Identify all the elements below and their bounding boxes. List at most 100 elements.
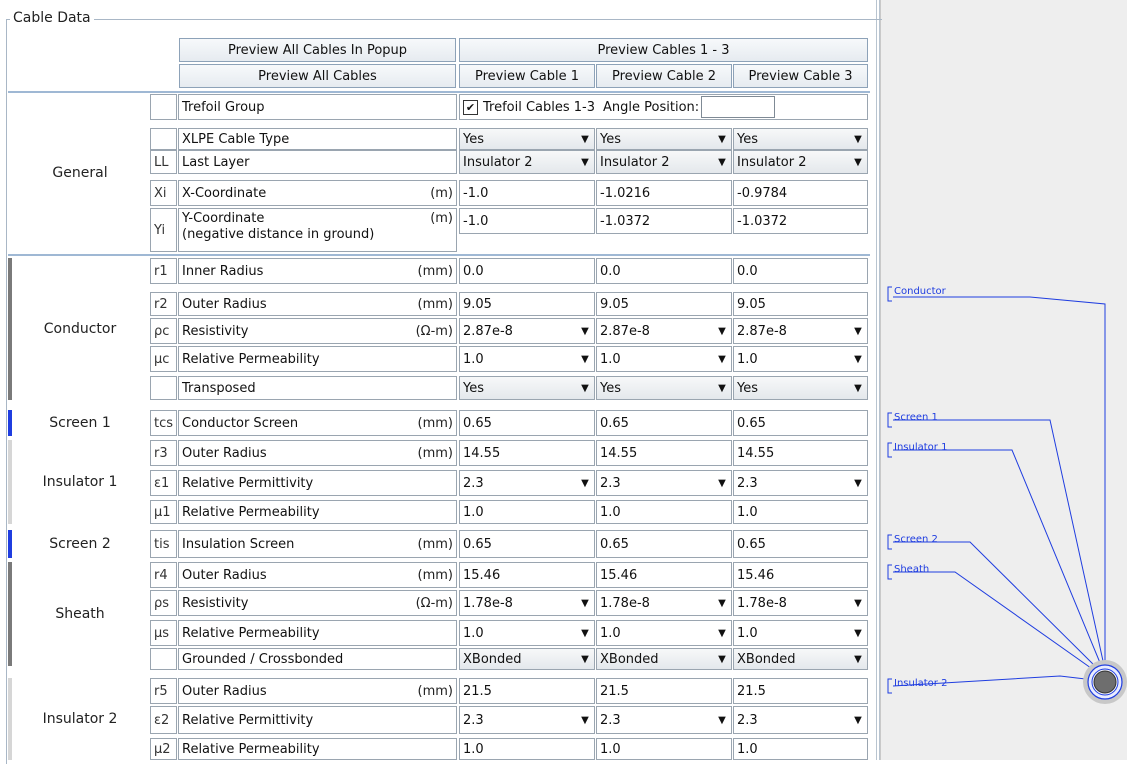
cable-3-mu_c-select[interactable]: 1.0 ▼ — [733, 346, 868, 372]
chevron-down-icon[interactable]: ▼ — [849, 319, 867, 343]
cable-2-rho_c-select[interactable]: 2.87e-8 ▼ — [596, 318, 732, 344]
chevron-down-icon[interactable]: ▼ — [576, 471, 594, 495]
cable-3-r3-input[interactable]: 14.55 — [733, 440, 868, 466]
cable-1-eps2-select[interactable]: 2.3 ▼ — [459, 706, 595, 734]
chevron-down-icon[interactable]: ▼ — [849, 591, 867, 615]
chevron-down-icon[interactable]: ▼ — [713, 591, 731, 615]
cable-1-last_layer-select[interactable]: Insulator 2 ▼ — [459, 150, 595, 174]
cable-1-mu_c-select[interactable]: 1.0 ▼ — [459, 346, 595, 372]
chevron-down-icon[interactable]: ▼ — [849, 383, 867, 394]
trefoil-check-label[interactable]: Trefoil Cables 1-3 — [483, 100, 595, 115]
cable-3-mu2-input[interactable]: 1.0 — [733, 738, 868, 760]
cable-3-transposed-select[interactable]: Yes ▼ — [733, 376, 868, 400]
preview-cable-2-button[interactable]: Preview Cable 2 — [596, 64, 732, 88]
cable-2-r1-input[interactable]: 0.0 — [596, 258, 732, 284]
cable-2-grounded-select[interactable]: XBonded ▼ — [596, 648, 732, 670]
cable-2-mu1-input[interactable]: 1.0 — [596, 500, 732, 524]
preview-cable-1-button[interactable]: Preview Cable 1 — [459, 64, 595, 88]
cable-3-last_layer-select[interactable]: Insulator 2 ▼ — [733, 150, 868, 174]
cable-2-mu_s-select[interactable]: 1.0 ▼ — [596, 620, 732, 646]
cable-3-eps2-select[interactable]: 2.3 ▼ — [733, 706, 868, 734]
chevron-down-icon[interactable]: ▼ — [576, 157, 594, 168]
cable-1-mu_s-select[interactable]: 1.0 ▼ — [459, 620, 595, 646]
chevron-down-icon[interactable]: ▼ — [849, 654, 867, 665]
cable-2-r3-input[interactable]: 14.55 — [596, 440, 732, 466]
cable-1-rho_s-select[interactable]: 1.78e-8 ▼ — [459, 590, 595, 616]
chevron-down-icon[interactable]: ▼ — [849, 471, 867, 495]
cable-1-y_coord-input[interactable]: -1.0 — [459, 208, 595, 234]
cable-3-rho_c-select[interactable]: 2.87e-8 ▼ — [733, 318, 868, 344]
cable-3-mu_s-select[interactable]: 1.0 ▼ — [733, 620, 868, 646]
chevron-down-icon[interactable]: ▼ — [849, 157, 867, 168]
cable-2-transposed-select[interactable]: Yes ▼ — [596, 376, 732, 400]
trefoil-checkbox[interactable]: ✔ — [463, 99, 478, 115]
chevron-down-icon[interactable]: ▼ — [576, 654, 594, 665]
chevron-down-icon[interactable]: ▼ — [713, 707, 731, 733]
cable-1-mu2-input[interactable]: 1.0 — [459, 738, 595, 760]
cable-1-r2-input[interactable]: 9.05 — [459, 292, 595, 316]
cable-3-y_coord-input[interactable]: -1.0372 — [733, 208, 868, 234]
cable-3-r4-input[interactable]: 15.46 — [733, 562, 868, 588]
chevron-down-icon[interactable]: ▼ — [576, 347, 594, 371]
cable-1-tis-input[interactable]: 0.65 — [459, 530, 595, 558]
cable-2-xlpe-select[interactable]: Yes ▼ — [596, 128, 732, 150]
chevron-down-icon[interactable]: ▼ — [576, 383, 594, 394]
cable-1-x_coord-input[interactable]: -1.0 — [459, 180, 595, 206]
cable-2-y_coord-input[interactable]: -1.0372 — [596, 208, 732, 234]
cable-3-r1-input[interactable]: 0.0 — [733, 258, 868, 284]
chevron-down-icon[interactable]: ▼ — [576, 621, 594, 645]
cable-1-r4-input[interactable]: 15.46 — [459, 562, 595, 588]
chevron-down-icon[interactable]: ▼ — [713, 471, 731, 495]
preview-cables-1-3-button[interactable]: Preview Cables 1 - 3 — [459, 38, 868, 62]
chevron-down-icon[interactable]: ▼ — [713, 383, 731, 394]
chevron-down-icon[interactable]: ▼ — [849, 707, 867, 733]
cable-3-tcs-input[interactable]: 0.65 — [733, 410, 868, 436]
cable-3-r2-input[interactable]: 9.05 — [733, 292, 868, 316]
cable-1-r5-input[interactable]: 21.5 — [459, 678, 595, 704]
cable-2-mu2-input[interactable]: 1.0 — [596, 738, 732, 760]
chevron-down-icon[interactable]: ▼ — [713, 347, 731, 371]
cable-2-eps2-select[interactable]: 2.3 ▼ — [596, 706, 732, 734]
cable-2-tcs-input[interactable]: 0.65 — [596, 410, 732, 436]
cable-2-r4-input[interactable]: 15.46 — [596, 562, 732, 588]
chevron-down-icon[interactable]: ▼ — [576, 319, 594, 343]
cable-1-mu1-input[interactable]: 1.0 — [459, 500, 595, 524]
cable-1-grounded-select[interactable]: XBonded ▼ — [459, 648, 595, 670]
chevron-down-icon[interactable]: ▼ — [849, 134, 867, 145]
angle-position-input[interactable] — [701, 96, 776, 118]
chevron-down-icon[interactable]: ▼ — [576, 134, 594, 145]
cable-1-tcs-input[interactable]: 0.65 — [459, 410, 595, 436]
chevron-down-icon[interactable]: ▼ — [849, 347, 867, 371]
cable-1-r1-input[interactable]: 0.0 — [459, 258, 595, 284]
cable-2-mu_c-select[interactable]: 1.0 ▼ — [596, 346, 732, 372]
chevron-down-icon[interactable]: ▼ — [713, 621, 731, 645]
cable-2-x_coord-input[interactable]: -1.0216 — [596, 180, 732, 206]
chevron-down-icon[interactable]: ▼ — [576, 707, 594, 733]
cable-2-r5-input[interactable]: 21.5 — [596, 678, 732, 704]
cable-3-mu1-input[interactable]: 1.0 — [733, 500, 868, 524]
cable-3-x_coord-input[interactable]: -0.9784 — [733, 180, 868, 206]
cable-2-rho_s-select[interactable]: 1.78e-8 ▼ — [596, 590, 732, 616]
chevron-down-icon[interactable]: ▼ — [713, 157, 731, 168]
cable-3-grounded-select[interactable]: XBonded ▼ — [733, 648, 868, 670]
cable-2-r2-input[interactable]: 9.05 — [596, 292, 732, 316]
cable-2-last_layer-select[interactable]: Insulator 2 ▼ — [596, 150, 732, 174]
cable-3-rho_s-select[interactable]: 1.78e-8 ▼ — [733, 590, 868, 616]
cable-1-xlpe-select[interactable]: Yes ▼ — [459, 128, 595, 150]
chevron-down-icon[interactable]: ▼ — [713, 654, 731, 665]
cable-3-tis-input[interactable]: 0.65 — [733, 530, 868, 558]
chevron-down-icon[interactable]: ▼ — [576, 591, 594, 615]
cable-1-eps1-select[interactable]: 2.3 ▼ — [459, 470, 595, 496]
preview-all-popup-button[interactable]: Preview All Cables In Popup — [179, 38, 456, 62]
cable-3-xlpe-select[interactable]: Yes ▼ — [733, 128, 868, 150]
cable-1-rho_c-select[interactable]: 2.87e-8 ▼ — [459, 318, 595, 344]
chevron-down-icon[interactable]: ▼ — [713, 134, 731, 145]
preview-all-cables-button[interactable]: Preview All Cables — [179, 64, 456, 88]
chevron-down-icon[interactable]: ▼ — [849, 621, 867, 645]
cable-2-tis-input[interactable]: 0.65 — [596, 530, 732, 558]
preview-cable-3-button[interactable]: Preview Cable 3 — [733, 64, 868, 88]
cable-1-r3-input[interactable]: 14.55 — [459, 440, 595, 466]
cable-3-eps1-select[interactable]: 2.3 ▼ — [733, 470, 868, 496]
cable-3-r5-input[interactable]: 21.5 — [733, 678, 868, 704]
cable-1-transposed-select[interactable]: Yes ▼ — [459, 376, 595, 400]
